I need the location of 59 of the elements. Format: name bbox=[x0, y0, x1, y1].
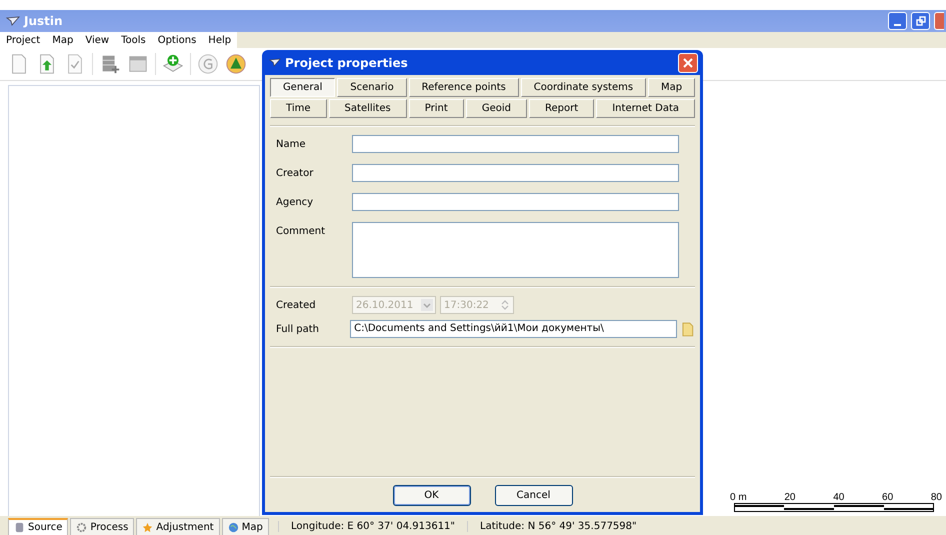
scale-label: 40 bbox=[833, 492, 844, 503]
status-text: Latitude: N 56° 49' 35.577598" bbox=[467, 521, 649, 532]
tab[interactable]: Coordinate systems bbox=[520, 78, 646, 97]
tab[interactable]: Map bbox=[648, 78, 696, 97]
status-text: Longitude: E 60° 37' 04.913611" bbox=[278, 521, 468, 532]
input-field[interactable] bbox=[352, 164, 679, 182]
gear-icon bbox=[76, 522, 88, 532]
globe-icon bbox=[228, 522, 239, 532]
minimize-button[interactable] bbox=[888, 12, 907, 30]
close-icon bbox=[682, 56, 694, 68]
ok-button[interactable]: OK bbox=[392, 485, 470, 506]
input-field[interactable] bbox=[352, 135, 679, 153]
menu-item[interactable]: Project bbox=[6, 34, 40, 46]
field-label: Full path bbox=[275, 323, 320, 335]
tab[interactable]: General bbox=[270, 78, 336, 97]
panel-tab[interactable]: Adjustment bbox=[136, 518, 220, 535]
triangle-circle-icon[interactable] bbox=[225, 53, 247, 75]
tab[interactable]: Time bbox=[270, 99, 327, 118]
tab[interactable]: Print bbox=[408, 99, 464, 118]
folder-icon[interactable] bbox=[681, 321, 695, 337]
menu-item[interactable]: View bbox=[85, 34, 110, 46]
panel-tab[interactable]: Process bbox=[70, 518, 134, 535]
tab[interactable]: Reference points bbox=[408, 78, 519, 97]
field-label: Name bbox=[275, 138, 307, 150]
tab[interactable]: Scenario bbox=[337, 78, 407, 97]
restore-button[interactable] bbox=[911, 12, 930, 30]
field-label: Created bbox=[275, 299, 317, 311]
menu-item[interactable]: Map bbox=[52, 34, 74, 46]
window-title: Justin bbox=[24, 14, 63, 28]
dialog-title: Project properties bbox=[285, 56, 408, 70]
field-label: Creator bbox=[275, 167, 314, 179]
close-button[interactable] bbox=[678, 52, 698, 72]
cancel-button[interactable]: Cancel bbox=[494, 485, 572, 506]
app-logo-icon bbox=[269, 58, 281, 67]
path-field[interactable]: C:\Documents and Settings\йй1\Мои документы\ bbox=[350, 320, 678, 338]
tab[interactable]: Internet Data bbox=[596, 99, 696, 118]
star-icon bbox=[142, 522, 154, 532]
minimize-icon bbox=[894, 24, 901, 26]
field-label: Comment bbox=[275, 225, 326, 237]
field-label: Agency bbox=[275, 196, 314, 208]
tab[interactable]: Satellites bbox=[328, 99, 407, 118]
tab[interactable]: Geoid bbox=[466, 99, 528, 118]
menu-item[interactable]: Help bbox=[208, 34, 232, 46]
menu-item[interactable]: Tools bbox=[121, 34, 146, 46]
menu-item[interactable]: Options bbox=[158, 34, 196, 46]
restore-icon bbox=[916, 16, 926, 26]
scale-label: 60 bbox=[882, 492, 894, 503]
input-field[interactable] bbox=[352, 193, 679, 211]
letter-circle-icon[interactable] bbox=[197, 53, 219, 75]
window-icon[interactable] bbox=[127, 53, 149, 75]
panel-tab[interactable]: Source bbox=[8, 518, 68, 535]
scale-label: 0 m bbox=[730, 492, 747, 503]
app-logo-icon bbox=[6, 16, 20, 26]
close-button[interactable] bbox=[934, 12, 944, 30]
panel-tab[interactable]: Map bbox=[222, 518, 269, 535]
tab[interactable]: Report bbox=[529, 99, 594, 118]
scale-label: 80 bbox=[930, 492, 942, 503]
scale-label: 20 bbox=[784, 492, 796, 503]
comment-field[interactable] bbox=[352, 222, 679, 278]
